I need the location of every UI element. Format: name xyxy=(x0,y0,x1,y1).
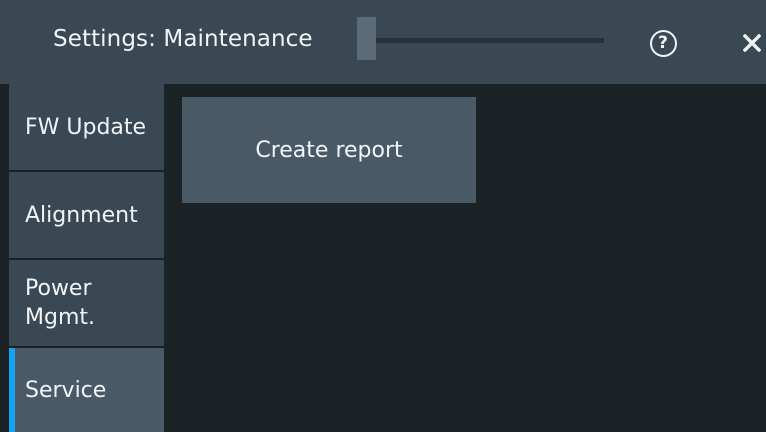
window-title: Settings: Maintenance xyxy=(53,26,313,52)
close-button[interactable] xyxy=(738,28,766,58)
title-scroll-thumb[interactable] xyxy=(357,17,376,60)
help-button[interactable]: ? xyxy=(646,26,680,60)
tab-alignment[interactable]: Alignment xyxy=(9,172,164,258)
tab-label: Service xyxy=(25,377,107,403)
create-report-button[interactable]: Create report xyxy=(182,97,476,203)
service-panel: Create report xyxy=(166,84,766,432)
help-circle-icon: ? xyxy=(649,29,677,57)
sidebar: FW Update Alignment Power Mgmt. Service xyxy=(0,84,164,432)
tab-label: Power Mgmt. xyxy=(25,276,95,330)
close-icon xyxy=(743,34,761,52)
tab-power-mgmt[interactable]: Power Mgmt. xyxy=(9,260,164,346)
active-tab-indicator xyxy=(9,348,15,432)
title-scroll-track[interactable] xyxy=(376,38,604,43)
tab-label: FW Update xyxy=(25,114,147,140)
tab-label: Alignment xyxy=(25,202,138,228)
settings-window: Settings: Maintenance ? FW Update Alignm… xyxy=(0,0,766,432)
title-bar[interactable]: Settings: Maintenance ? xyxy=(0,0,766,84)
tab-fw-update[interactable]: FW Update xyxy=(9,84,164,170)
tab-service[interactable]: Service xyxy=(9,348,164,432)
